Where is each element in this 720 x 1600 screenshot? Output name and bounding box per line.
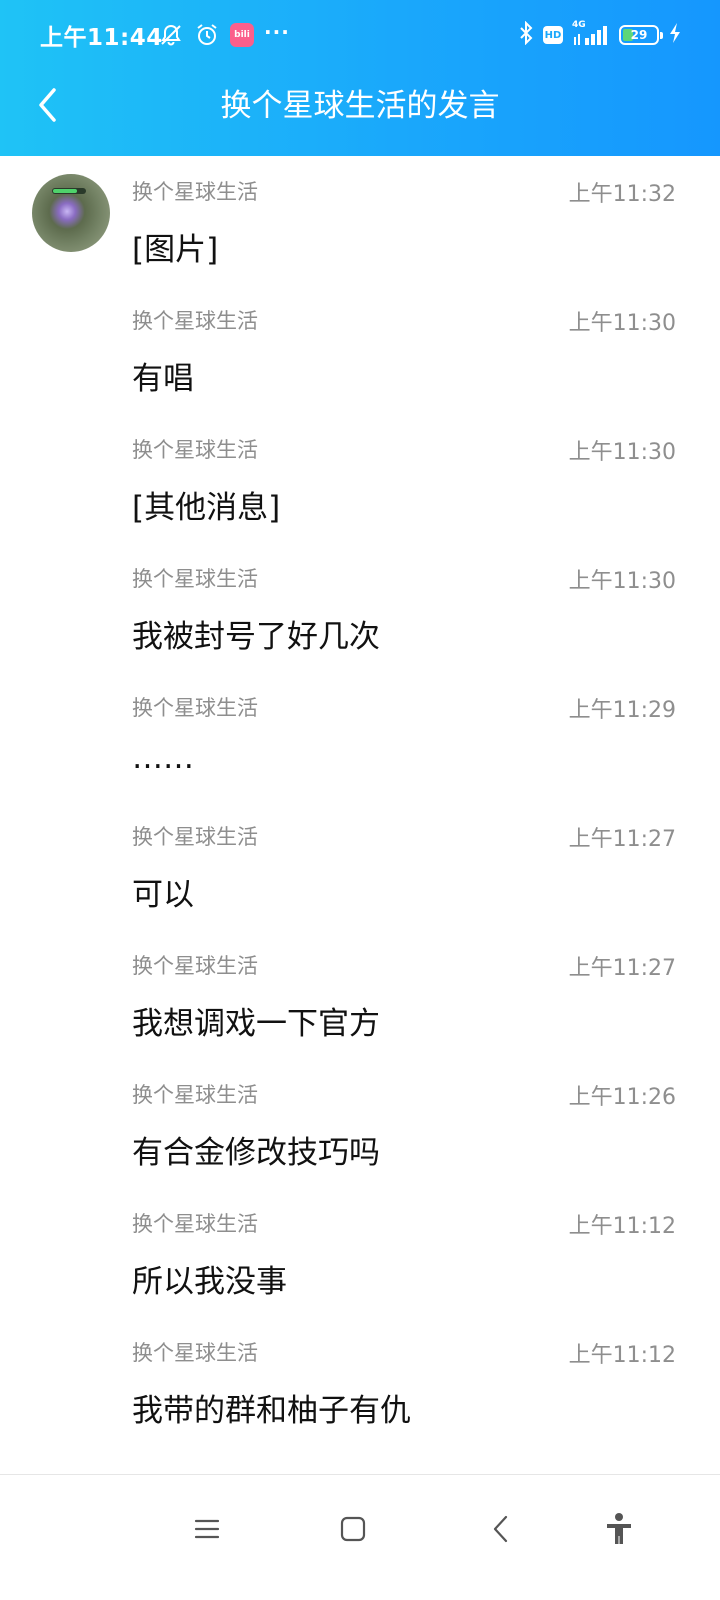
- message-item[interactable]: 换个星球生活 上午11:27 可以: [0, 801, 720, 930]
- avatar-health-bar: [52, 188, 86, 194]
- menu-icon: [192, 1514, 222, 1548]
- status-bar: 上午11:44 bili ··· HD 4G 29: [0, 0, 720, 70]
- battery-level: 29: [630, 28, 648, 42]
- message-content[interactable]: 我带的群和柚子有仇: [132, 1385, 411, 1430]
- message-sender: 换个星球生活: [132, 954, 258, 978]
- message-sender: 换个星球生活: [132, 825, 258, 849]
- status-left-icons: bili ···: [158, 20, 290, 50]
- message-sender: 换个星球生活: [132, 309, 258, 333]
- message-item[interactable]: 换个星球生活 上午11:30 我被封号了好几次: [0, 543, 720, 672]
- message-content[interactable]: 可以: [132, 869, 194, 914]
- message-item[interactable]: 换个星球生活 上午11:29 ……: [0, 672, 720, 801]
- bilibili-app-icon: bili: [230, 23, 254, 47]
- message-item[interactable]: 换个星球生活 上午11:12 所以我没事: [0, 1188, 720, 1317]
- message-time: 上午11:12: [568, 1214, 676, 1239]
- accessibility-button[interactable]: [589, 1501, 649, 1561]
- message-content[interactable]: [其他消息]: [132, 482, 280, 527]
- message-item[interactable]: 换个星球生活 上午11:32 [图片]: [0, 156, 720, 285]
- system-back-button[interactable]: [472, 1501, 532, 1561]
- message-content[interactable]: [图片]: [132, 224, 218, 269]
- message-item[interactable]: 换个星球生活 上午11:27 我想调戏一下官方: [0, 930, 720, 1059]
- message-item[interactable]: 换个星球生活 上午11:26 有合金修改技巧吗: [0, 1059, 720, 1188]
- message-time: 上午11:32: [568, 182, 676, 207]
- message-content[interactable]: 有唱: [132, 353, 194, 398]
- avatar[interactable]: [32, 174, 110, 252]
- title-bar: 换个星球生活的发言: [0, 70, 720, 156]
- message-sender: 换个星球生活: [132, 1212, 258, 1236]
- hd-icon: HD: [543, 26, 563, 44]
- alarm-icon: [194, 22, 220, 48]
- status-time: 上午11:44: [40, 25, 163, 51]
- message-content[interactable]: ……: [132, 740, 194, 776]
- page-title: 换个星球生活的发言: [220, 88, 500, 124]
- message-item[interactable]: 换个星球生活 上午11:30 有唱: [0, 285, 720, 414]
- more-dots-icon: ···: [264, 20, 290, 44]
- notification-muted-icon: [158, 22, 184, 48]
- back-chevron-icon: [487, 1514, 517, 1548]
- message-sender: 换个星球生活: [132, 696, 258, 720]
- recent-apps-button[interactable]: [177, 1501, 237, 1561]
- message-time: 上午11:29: [568, 698, 676, 723]
- battery-cap: [660, 32, 663, 39]
- message-time: 上午11:27: [568, 956, 676, 981]
- message-content[interactable]: 我想调戏一下官方: [132, 998, 380, 1043]
- battery-icon: 29: [619, 25, 663, 45]
- message-sender: 换个星球生活: [132, 438, 258, 462]
- header-bar: 上午11:44 bili ··· HD 4G 29 换个星球生活的发言: [0, 0, 720, 156]
- bluetooth-icon: [518, 20, 534, 49]
- signal-icon: 4G: [572, 20, 610, 48]
- home-button[interactable]: [323, 1501, 383, 1561]
- message-content[interactable]: 我被封号了好几次: [132, 611, 380, 656]
- chevron-left-icon: [34, 85, 64, 129]
- message-time: 上午11:30: [568, 440, 676, 465]
- message-time: 上午11:12: [568, 1343, 676, 1368]
- accessibility-icon: [604, 1512, 634, 1550]
- message-sender: 换个星球生活: [132, 180, 258, 204]
- home-square-icon: [338, 1514, 368, 1548]
- message-sender: 换个星球生活: [132, 567, 258, 591]
- message-time: 上午11:30: [568, 311, 676, 336]
- message-list[interactable]: 换个星球生活 上午11:32 [图片] 换个星球生活 上午11:30 有唱 换个…: [0, 156, 720, 1472]
- message-item[interactable]: 换个星球生活 上午11:12 我带的群和柚子有仇: [0, 1317, 720, 1446]
- message-time: 上午11:27: [568, 827, 676, 852]
- charging-icon: [668, 22, 682, 48]
- back-button[interactable]: [24, 82, 74, 132]
- message-sender: 换个星球生活: [132, 1341, 258, 1365]
- system-navigation-bar: [0, 1474, 720, 1600]
- message-item[interactable]: 换个星球生活 上午11:30 [其他消息]: [0, 414, 720, 543]
- message-content[interactable]: 所以我没事: [132, 1256, 287, 1301]
- message-time: 上午11:30: [568, 569, 676, 594]
- message-sender: 换个星球生活: [132, 1083, 258, 1107]
- message-content[interactable]: 有合金修改技巧吗: [132, 1127, 380, 1172]
- message-time: 上午11:26: [568, 1085, 676, 1110]
- status-right-icons: HD 4G 29: [518, 20, 682, 50]
